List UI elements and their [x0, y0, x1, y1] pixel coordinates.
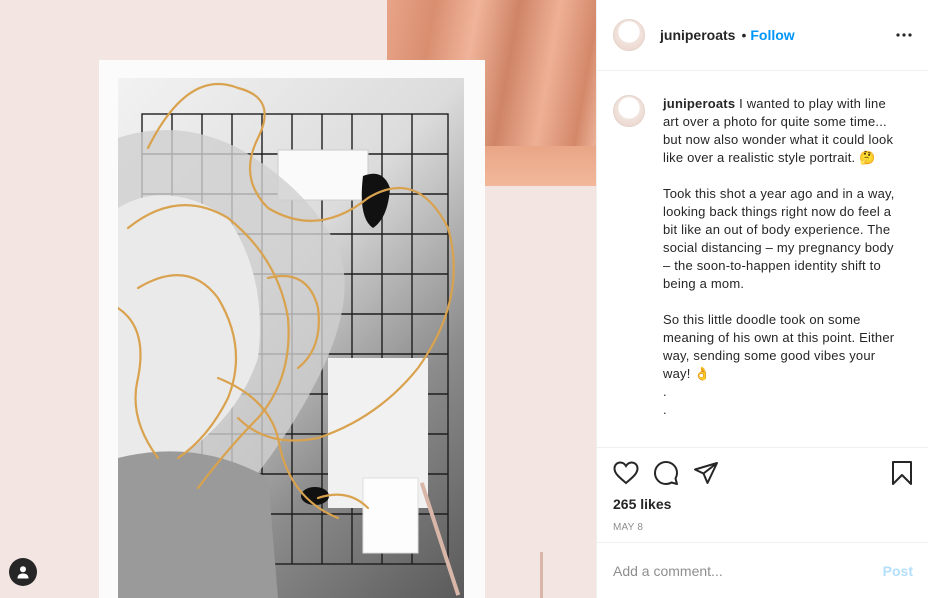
more-horizontal-icon	[896, 33, 912, 37]
share-button[interactable]	[693, 459, 733, 487]
bookmark-icon	[892, 461, 912, 485]
decor-stroke	[540, 552, 543, 598]
heart-icon	[613, 461, 639, 485]
caption-paragraph-3: So this little doodle took on some meani…	[663, 312, 895, 381]
likes-count[interactable]: 265 likes	[613, 496, 913, 512]
follow-button[interactable]: Follow	[750, 27, 794, 43]
caption-dot-1: .	[663, 384, 667, 399]
more-options-button[interactable]	[896, 33, 912, 37]
post-comment-button[interactable]: Post	[883, 563, 913, 579]
caption-text: juniperoats I wanted to play with line a…	[663, 95, 903, 447]
photo-content	[116, 83, 455, 598]
portrait-photo	[116, 78, 464, 598]
caption-dot-2: .	[663, 402, 667, 417]
username-link[interactable]: juniperoats	[660, 27, 735, 43]
caption-paragraph-2: Took this shot a year ago and in a way, …	[663, 186, 895, 291]
comment-icon	[654, 461, 678, 485]
caption-area: juniperoats I wanted to play with line a…	[597, 71, 928, 447]
post-header: juniperoats • Follow	[597, 0, 928, 71]
avatar[interactable]	[613, 19, 645, 51]
post-image[interactable]	[0, 0, 596, 598]
comment-row: Post	[597, 542, 928, 598]
separator: •	[741, 27, 747, 43]
paper-plane-icon	[694, 462, 718, 484]
post-date: MAY 8	[613, 522, 644, 533]
save-button[interactable]	[885, 459, 913, 487]
caption-username[interactable]: juniperoats	[663, 96, 735, 111]
comment-button[interactable]	[653, 459, 693, 487]
comment-input[interactable]	[613, 562, 883, 579]
action-row	[613, 448, 913, 498]
tagged-users-button[interactable]	[9, 558, 37, 586]
actions-block: 265 likes MAY 8	[597, 447, 928, 533]
user-icon	[17, 566, 29, 579]
post-panel: juniperoats • Follow juniperoats I wante…	[596, 0, 928, 598]
caption-avatar[interactable]	[613, 95, 645, 127]
like-button[interactable]	[613, 459, 653, 487]
